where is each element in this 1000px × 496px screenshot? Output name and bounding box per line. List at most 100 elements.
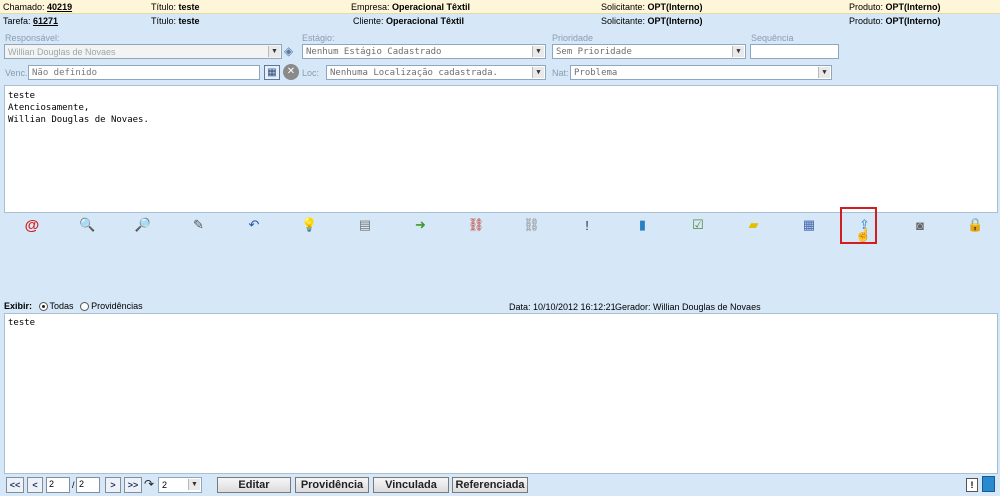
history-textarea[interactable]: teste	[4, 313, 998, 474]
solicitante-field: Solicitante: OPT(Interno)	[601, 2, 703, 12]
mouse-cursor-icon: ☝	[855, 227, 872, 242]
goto-page-select[interactable]: 2 ▼	[158, 477, 202, 493]
book-icon[interactable]	[982, 476, 995, 492]
chamado-field: Chamado: 40219	[3, 2, 72, 12]
titulo-label: Título:	[151, 16, 177, 26]
exibir-label: Exibir:	[4, 301, 33, 311]
nat-select[interactable]: Problema ▼	[570, 65, 832, 80]
responsavel-label: Responsável:	[5, 33, 60, 43]
sequencia-input[interactable]	[750, 44, 839, 59]
solicitante-label: Solicitante:	[601, 2, 646, 12]
calendar-icon[interactable]: ▦	[800, 216, 818, 234]
clear-icon[interactable]: ✕	[283, 64, 299, 80]
chevron-down-icon: ▼	[532, 67, 544, 78]
page-separator: /	[72, 480, 75, 490]
lightbulb-icon[interactable]: 💡	[301, 216, 319, 234]
cliente-label: Cliente:	[353, 16, 384, 26]
tarefa-link[interactable]: 61271	[33, 16, 58, 26]
chain-icon[interactable]: ⛓	[523, 216, 541, 234]
solicitante-field: Solicitante: OPT(Interno)	[601, 16, 703, 26]
nat-value: Problema	[574, 68, 618, 78]
total-pages: 2	[76, 477, 100, 493]
prioridade-select[interactable]: Sem Prioridade ▼	[552, 44, 746, 59]
current-page-input[interactable]: 2	[46, 477, 70, 493]
cliente-field: Cliente: Operacional Têxtil	[353, 16, 464, 26]
radio-providencias[interactable]	[80, 302, 90, 312]
message-textarea[interactable]: teste Atenciosamente, Willian Douglas de…	[4, 85, 998, 213]
chamado-link[interactable]: 40219	[47, 2, 72, 12]
document-icon[interactable]: ▤	[356, 216, 374, 234]
diamond-icon[interactable]: ◈	[284, 44, 293, 58]
forward-icon[interactable]: ➜	[412, 216, 430, 234]
loc-select[interactable]: Nenhuma Localização cadastrada. ▼	[326, 65, 546, 80]
info-icon[interactable]: !	[966, 478, 978, 492]
header-row-tarefa: Tarefa: 61271 Título: teste Cliente: Ope…	[0, 14, 1000, 28]
produto-field: Produto: OPT(Interno)	[849, 16, 941, 26]
todas-label: Todas	[49, 301, 74, 311]
lock-icon[interactable]: 🔒	[967, 216, 985, 234]
produto-label: Produto:	[849, 16, 884, 26]
editar-button[interactable]: Editar	[217, 477, 291, 493]
undo-icon[interactable]: ↶	[245, 216, 263, 234]
nat-label: Nat:	[552, 68, 569, 78]
goto-page-value: 2	[162, 480, 168, 490]
solicitante-value: OPT(Interno)	[647, 16, 703, 26]
exibir-filter: Exibir: Todas Providências	[4, 301, 143, 312]
chevron-down-icon: ▼	[268, 46, 280, 57]
loc-value: Nenhuma Localização cadastrada.	[330, 68, 498, 78]
zoom-icon[interactable]: 🔎	[134, 216, 152, 234]
titulo-field: Título: teste	[151, 2, 200, 12]
history-author: Gerador: Willian Douglas de Novaes	[615, 302, 761, 312]
tarefa-field: Tarefa: 61271	[3, 16, 58, 26]
radio-todas[interactable]	[38, 302, 48, 312]
prioridade-value: Sem Prioridade	[556, 47, 632, 57]
responsavel-select[interactable]: Willian Douglas de Novaes ▼	[4, 44, 282, 59]
venc-label: Venc.	[5, 68, 28, 78]
produto-value: OPT(Interno)	[885, 16, 941, 26]
titulo-field: Título: teste	[151, 16, 200, 26]
prioridade-label: Prioridade	[552, 33, 594, 43]
chevron-down-icon: ▼	[818, 67, 830, 78]
providencia-button[interactable]: Providência	[295, 477, 369, 493]
link-icon[interactable]: ⛓	[467, 216, 485, 234]
chevron-down-icon: ▼	[732, 46, 744, 57]
alert-icon[interactable]: !	[578, 216, 596, 234]
solicitante-value: OPT(Interno)	[647, 2, 703, 12]
email-icon[interactable]: @	[23, 216, 41, 234]
estagio-select[interactable]: Nenhum Estágio Cadastrado ▼	[302, 44, 546, 59]
search-document-icon[interactable]: 🔍	[79, 216, 97, 234]
responsavel-value: Willian Douglas de Novaes	[8, 47, 116, 57]
calendar-icon[interactable]: ▦	[264, 65, 280, 80]
solicitante-label: Solicitante:	[601, 16, 646, 26]
produto-label: Produto:	[849, 2, 884, 12]
last-page-button[interactable]: >>	[124, 477, 142, 493]
vinculada-button[interactable]: Vinculada	[373, 477, 449, 493]
sequencia-label: Sequência	[751, 33, 794, 43]
edit-icon[interactable]: ✎	[190, 216, 208, 234]
venc-input[interactable]: Não definido	[28, 65, 260, 80]
loc-label: Loc:	[302, 68, 320, 78]
goto-icon[interactable]: ↷	[144, 477, 154, 491]
titulo-value: teste	[178, 2, 200, 12]
empresa-value: Operacional Têxtil	[392, 2, 471, 12]
book-icon[interactable]: ▮	[634, 216, 652, 234]
estagio-value: Nenhum Estágio Cadastrado	[306, 47, 442, 57]
checklist-icon[interactable]: ☑	[689, 216, 707, 234]
estagio-label: Estágio:	[302, 33, 335, 43]
chevron-down-icon: ▼	[532, 46, 544, 57]
header-row-chamado: Chamado: 40219 Título: teste Empresa: Op…	[0, 0, 1000, 14]
empresa-label: Empresa:	[351, 2, 390, 12]
chevron-down-icon: ▼	[188, 479, 200, 490]
camera-icon[interactable]: ◙	[911, 216, 929, 234]
note-icon[interactable]: ▰	[745, 216, 763, 234]
titulo-value: teste	[178, 16, 200, 26]
referenciada-button[interactable]: Referenciada	[452, 477, 528, 493]
produto-value: OPT(Interno)	[885, 2, 941, 12]
empresa-field: Empresa: Operacional Têxtil	[351, 2, 470, 12]
cliente-value: Operacional Têxtil	[386, 16, 465, 26]
prev-page-button[interactable]: <	[27, 477, 43, 493]
next-page-button[interactable]: >	[105, 477, 121, 493]
produto-field: Produto: OPT(Interno)	[849, 2, 941, 12]
first-page-button[interactable]: <<	[6, 477, 24, 493]
titulo-label: Título:	[151, 2, 177, 12]
